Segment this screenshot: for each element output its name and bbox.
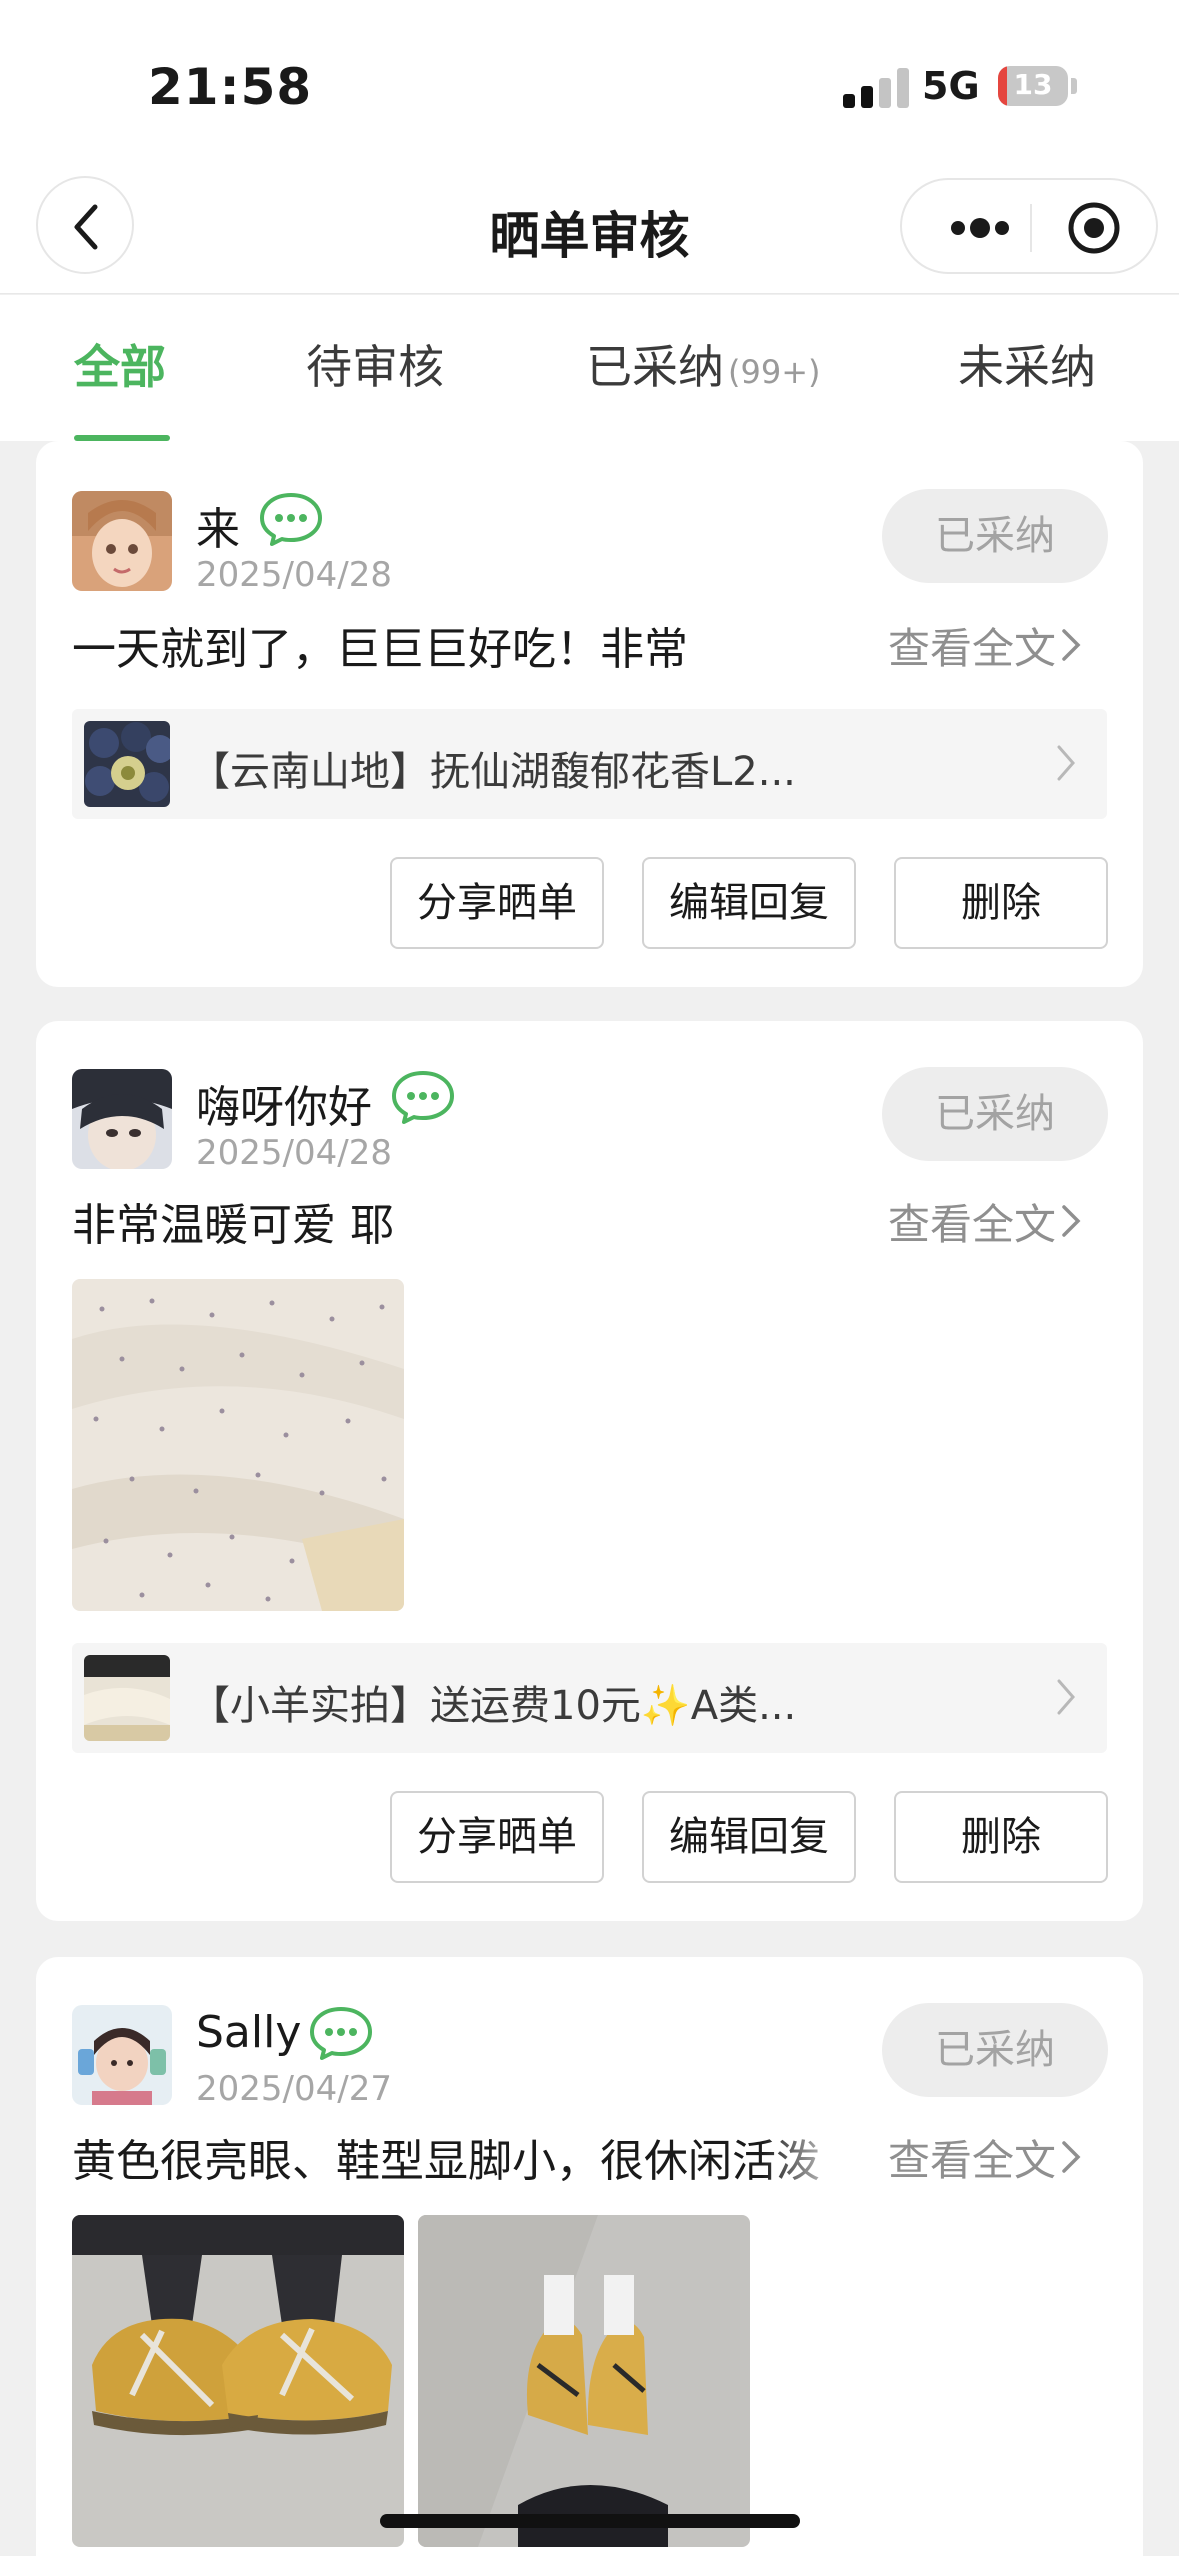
review-list: 来 2025/04/28 已采纳 一天就到了，巨巨巨好吃！非常 查看全文 【云南… bbox=[0, 441, 1179, 2556]
review-card: Sally 2025/04/27 已采纳 黄色很亮眼、鞋型显脚小，很休闲活泼 查… bbox=[36, 1957, 1143, 2556]
status-badge: 已采纳 bbox=[882, 489, 1108, 583]
view-full-text-link[interactable]: 查看全文 bbox=[888, 615, 1082, 676]
home-indicator bbox=[380, 2514, 800, 2528]
wechat-chat-icon[interactable] bbox=[308, 2005, 374, 2061]
tab-adopted[interactable]: 已采纳 (99+) bbox=[586, 331, 821, 397]
tab-all[interactable]: 全部 bbox=[74, 331, 166, 397]
tab-not-adopted[interactable]: 未采纳 bbox=[958, 331, 1096, 397]
nav-bar: 晒单审核 bbox=[0, 160, 1179, 294]
edit-reply-button[interactable]: 编辑回复 bbox=[642, 1791, 856, 1883]
more-dots-icon[interactable] bbox=[936, 208, 1032, 248]
review-photo[interactable] bbox=[72, 2215, 404, 2547]
chevron-right-icon bbox=[1057, 1679, 1075, 1715]
chevron-right-icon bbox=[1062, 2141, 1081, 2173]
battery-cap bbox=[1071, 78, 1077, 94]
avatar bbox=[72, 1069, 172, 1169]
status-time: 21:58 bbox=[148, 58, 313, 116]
review-photo[interactable] bbox=[418, 2215, 750, 2547]
share-review-button[interactable]: 分享晒单 bbox=[390, 1791, 604, 1883]
username: Sally bbox=[196, 2007, 302, 2058]
view-full-text-link[interactable]: 查看全文 bbox=[888, 2127, 1082, 2188]
review-card: 来 2025/04/28 已采纳 一天就到了，巨巨巨好吃！非常 查看全文 【云南… bbox=[36, 441, 1143, 987]
review-content: 黄色很亮眼、鞋型显脚小，很休闲活泼 bbox=[72, 2125, 852, 2185]
review-date: 2025/04/28 bbox=[196, 1133, 392, 1173]
network-type: 5G bbox=[922, 64, 980, 108]
review-photo[interactable] bbox=[72, 1279, 404, 1611]
username: 嗨呀你好 bbox=[196, 1082, 372, 1133]
product-title: 【小羊实拍】送运费10元✨A类... bbox=[190, 1683, 797, 1729]
battery-level: 13 bbox=[1013, 68, 1053, 101]
capsule-divider bbox=[1030, 204, 1032, 252]
product-thumbnail bbox=[84, 1655, 170, 1741]
filter-tabs: 全部 待审核 已采纳 (99+) 未采纳 bbox=[0, 295, 1179, 441]
delete-button[interactable]: 删除 bbox=[894, 1791, 1108, 1883]
product-thumbnail bbox=[84, 721, 170, 807]
battery-icon: 13 bbox=[998, 66, 1068, 106]
tab-adopted-count: (99+) bbox=[728, 353, 821, 391]
chevron-right-icon bbox=[1062, 1205, 1081, 1237]
edit-reply-button[interactable]: 编辑回复 bbox=[642, 857, 856, 949]
review-content: 非常温暖可爱 耶 bbox=[72, 1200, 394, 1249]
review-card: 嗨呀你好 2025/04/28 已采纳 非常温暖可爱 耶 查看全文 【小羊实拍】… bbox=[36, 1021, 1143, 1921]
status-bar: 21:58 5G 13 bbox=[0, 0, 1179, 160]
target-icon[interactable] bbox=[1066, 200, 1122, 256]
product-title: 【云南山地】抚仙湖馥郁花香L2... bbox=[190, 749, 796, 795]
screen: 21:58 5G 13 晒单审核 全部 待审核 已采纳 (99+) 未采纳 来 … bbox=[0, 0, 1179, 2556]
wechat-chat-icon[interactable] bbox=[258, 491, 324, 547]
signal-icon bbox=[843, 66, 915, 108]
status-badge: 已采纳 bbox=[882, 1067, 1108, 1161]
status-badge: 已采纳 bbox=[882, 2003, 1108, 2097]
product-link[interactable]: 【小羊实拍】送运费10元✨A类... bbox=[72, 1643, 1107, 1753]
tab-pending[interactable]: 待审核 bbox=[306, 331, 444, 397]
wechat-chat-icon[interactable] bbox=[390, 1069, 456, 1125]
avatar bbox=[72, 2005, 172, 2105]
view-full-text-link[interactable]: 查看全文 bbox=[888, 1191, 1082, 1252]
mini-program-capsule bbox=[900, 178, 1158, 274]
review-content: 一天就到了，巨巨巨好吃！非常 bbox=[72, 624, 688, 673]
product-link[interactable]: 【云南山地】抚仙湖馥郁花香L2... bbox=[72, 709, 1107, 819]
avatar bbox=[72, 491, 172, 591]
share-review-button[interactable]: 分享晒单 bbox=[390, 857, 604, 949]
delete-button[interactable]: 删除 bbox=[894, 857, 1108, 949]
review-date: 2025/04/27 bbox=[196, 2069, 392, 2109]
username: 来 bbox=[196, 504, 240, 555]
chevron-right-icon bbox=[1062, 629, 1081, 661]
chevron-right-icon bbox=[1057, 745, 1075, 781]
review-date: 2025/04/28 bbox=[196, 555, 392, 595]
